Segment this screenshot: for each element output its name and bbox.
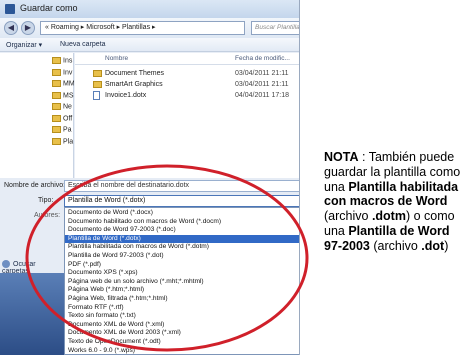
file-type-option[interactable]: Página web de un solo archivo (*.mht;*.m… [65,278,299,286]
nav-folder-label: Ins [63,57,73,65]
chevron-up-icon [2,260,10,268]
file-name: Invoice1.dotx [105,92,147,99]
file-list: Nombre Fecha de modific... Document Them… [75,53,299,178]
note-text-5: ) [444,238,449,253]
folder-icon [52,80,61,87]
folder-icon [52,57,61,64]
file-type-option[interactable]: Documento habilitado con macros de Word … [65,218,299,226]
folder-icon [52,68,61,76]
file-type-option[interactable]: Documento de Word (*.docx) [65,209,299,217]
file-row[interactable]: Document Themes 03/04/2011 21:11 [75,69,299,79]
forward-arrow-icon[interactable]: ▶ [21,21,35,35]
nav-folder-label: Pla [63,137,74,145]
note-bold-4: .dot [421,238,445,253]
file-type-option[interactable]: Documento XML de Word 2003 (*.xml) [65,329,299,337]
nav-folder-item[interactable]: Pa [52,126,74,137]
nav-folder-label: Inv [63,68,73,76]
note-text: NOTA : También puede guardar la plantill… [324,150,470,254]
file-name: Document Themes [105,70,165,77]
file-type-option[interactable]: Documento XML de Word (*.xml) [65,321,299,329]
note-text-4: (archivo [369,238,422,253]
filename-label: Nombre de archivo: [4,182,66,189]
save-options-panel: Nombre de archivo: Escriba el nombre del… [0,178,299,355]
folder-icon [93,81,102,88]
folder-icon [93,70,102,77]
file-type-option[interactable]: Documento de Word 97-2003 (*.doc) [65,226,299,234]
file-type-option[interactable]: Plantilla de Word (*.dotx) [65,234,299,244]
nav-folder-label: Ne [63,103,72,111]
nav-folder-label: Off [63,114,73,122]
file-type-option[interactable]: Documento XPS (*.xps) [65,269,299,277]
search-input[interactable]: Buscar Plantillas [251,21,299,35]
note-text-2: (archivo [324,209,372,224]
file-date: 03/04/2011 21:11 [235,70,289,77]
file-type-option[interactable]: PDF (*.pdf) [65,261,299,269]
nav-folder-item[interactable]: Pla [52,137,74,149]
nav-folder-label: MM [63,80,74,88]
file-type-option[interactable]: Plantilla de Word 97-2003 (*.dot) [65,252,299,260]
toolbar: Organizar ▾ Nueva carpeta [0,38,299,52]
back-arrow-icon[interactable]: ◀ [4,21,18,35]
file-row[interactable]: Invoice1.dotx 04/04/2011 17:18 [75,91,299,101]
name-column-header[interactable]: Nombre [105,55,128,62]
window-title: Guardar como [20,3,78,13]
file-date: 04/04/2011 17:18 [235,92,289,99]
file-type-option[interactable]: Formato RTF (*.rtf) [65,304,299,312]
save-as-dialog: Guardar como ◀ ▶ « Roaming ▸ Microsoft ▸… [0,0,300,355]
new-folder-button[interactable]: Nueva carpeta [60,41,106,48]
nav-folder-item[interactable]: Off [52,114,74,126]
file-type-option[interactable]: Texto sin formato (*.txt) [65,312,299,320]
folder-icon [52,137,61,145]
note-bold-2: .dotm [371,209,406,224]
date-column-header[interactable]: Fecha de modific... [235,55,290,62]
background-window-area [0,273,64,355]
address-bar[interactable]: « Roaming ▸ Microsoft ▸ Plantillas ▸ [40,21,245,35]
column-header: Nombre Fecha de modific... [75,53,299,65]
authors-label: Autores: [34,212,61,219]
file-type-select[interactable]: Plantilla de Word (*.dotx) [64,195,299,207]
nav-folder-item[interactable]: Inv [52,68,74,80]
folder-icon [52,91,61,99]
nav-folder-label: MS [63,91,74,99]
folder-icon [52,114,61,122]
file-date: 03/04/2011 21:11 [235,81,289,88]
title-bar: Guardar como [0,0,299,18]
file-type-option[interactable]: Texto de OpenDocument (*.odt) [65,338,299,346]
organize-button[interactable]: Organizar ▾ [6,41,42,49]
nav-folder-item[interactable]: MS [52,91,74,103]
nav-folder-item[interactable]: Ins [52,57,74,68]
filename-input[interactable]: Escriba el nombre del destinatario.dotx [64,180,299,192]
navigation-bar: ◀ ▶ « Roaming ▸ Microsoft ▸ Plantillas ▸… [0,18,299,38]
type-label: Tipo: [38,197,54,204]
folder-icon [52,103,61,110]
document-icon [93,91,100,100]
file-type-option[interactable]: Página Web, filtrada (*.htm;*.html) [65,295,299,303]
file-row[interactable]: SmartArt Graphics 03/04/2011 21:11 [75,80,299,90]
folder-icon [52,126,61,133]
hide-folders-button[interactable]: Ocultar carpetas [2,260,62,275]
nav-folder-label: Pa [63,126,72,134]
file-type-option[interactable]: Página Web (*.htm;*.html) [65,286,299,294]
navigation-pane: Ins Inv MM MS Ne Off Pa Pla [0,53,74,178]
file-name: SmartArt Graphics [105,81,163,88]
file-type-dropdown-list: Documento de Word (*.docx) Documento habi… [64,207,299,355]
file-type-option[interactable]: Works 6.0 - 9.0 (*.wps) [65,347,299,355]
word-app-icon [5,4,15,14]
nav-folder-item[interactable]: Ne [52,103,74,114]
file-type-option[interactable]: Plantilla habilitada con macros de Word … [65,243,299,251]
nav-folder-item[interactable]: MM [52,80,74,91]
note-label: NOTA [324,150,359,164]
